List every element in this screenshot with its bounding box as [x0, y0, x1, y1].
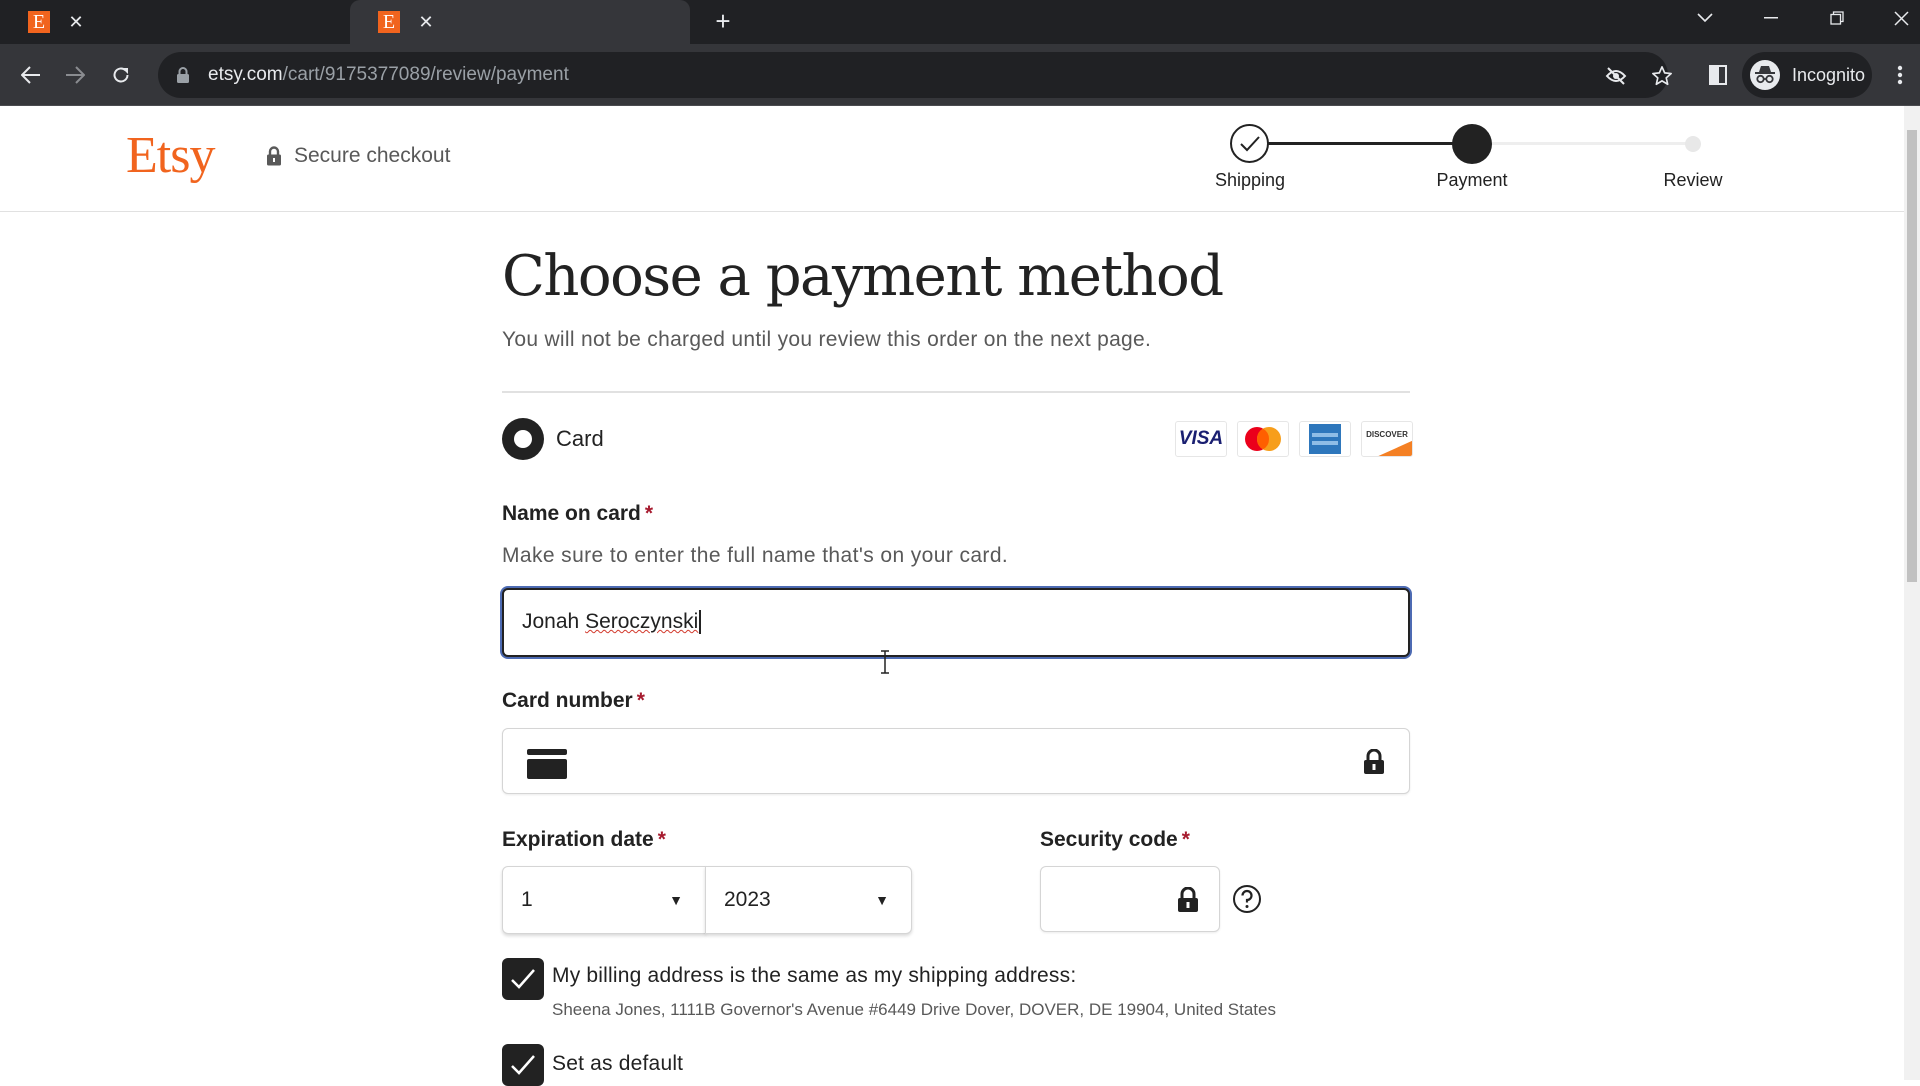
card-brand-logos: VISA DISCOVER: [1175, 421, 1413, 457]
reload-button[interactable]: [104, 58, 138, 92]
security-code-input[interactable]: [1040, 866, 1220, 932]
american-express-icon: [1299, 421, 1351, 457]
checkout-header: Etsy Secure checkout Shipping Payment Re…: [0, 106, 1904, 212]
caret-down-icon: ▼: [669, 892, 683, 908]
address-bar[interactable]: etsy.com/cart/9175377089/review/payment: [158, 52, 1672, 98]
etsy-logo[interactable]: Etsy: [126, 126, 215, 185]
scrollbar-thumb[interactable]: [1907, 130, 1917, 582]
progress-line-upcoming: [1490, 142, 1686, 145]
eye-slash-icon[interactable]: [1604, 64, 1628, 88]
lock-icon: [267, 146, 281, 166]
url-text: etsy.com/cart/9175377089/review/payment: [208, 64, 569, 86]
back-button[interactable]: [14, 58, 48, 92]
reload-icon: [113, 67, 129, 83]
restore-icon[interactable]: [1812, 0, 1862, 36]
forward-button[interactable]: [58, 58, 92, 92]
checkmark-icon: [511, 1055, 535, 1075]
step-label-review: Review: [1663, 170, 1723, 190]
lock-icon: [1364, 749, 1384, 774]
expiration-date-label: Expiration date *: [502, 828, 666, 851]
required-asterisk: *: [644, 502, 654, 525]
url-domain: etsy.com: [208, 64, 283, 85]
browser-toolbar: etsy.com/cart/9175377089/review/payment …: [0, 44, 1920, 106]
divider: [502, 391, 1410, 393]
incognito-icon: [1750, 60, 1780, 90]
page-scrollbar[interactable]: [1904, 106, 1920, 1080]
page-title: Choose a payment method: [502, 244, 1224, 309]
card-number-label: Card number *: [502, 689, 645, 712]
visa-icon: VISA: [1175, 421, 1227, 457]
checkmark-icon: [1239, 135, 1260, 151]
tab-search-chevron-icon[interactable]: [1680, 0, 1730, 36]
incognito-profile-button[interactable]: Incognito: [1742, 52, 1872, 98]
card-radio-label: Card: [556, 426, 604, 451]
profile-label: Incognito: [1792, 64, 1866, 85]
text-cursor-icon: [881, 650, 889, 674]
new-tab-button[interactable]: +: [708, 6, 738, 36]
shipping-address-text: Sheena Jones, 1111B Governor's Avenue #6…: [552, 1000, 1276, 1019]
lock-icon: [1178, 887, 1198, 912]
required-asterisk: *: [636, 689, 645, 712]
checkout-page: Etsy Secure checkout Shipping Payment Re…: [0, 106, 1904, 1086]
tab-mouse-pad[interactable]: E Mouse pad - Etsy ✕: [0, 0, 468, 203]
caret-down-icon: ▼: [875, 892, 889, 908]
expiration-year-value: 2023: [724, 888, 771, 911]
security-code-label: Security code *: [1040, 828, 1190, 851]
page-subtitle: You will not be charged until you review…: [502, 328, 1152, 351]
lock-icon: [177, 67, 189, 83]
card-number-input[interactable]: [502, 728, 1410, 794]
name-on-card-input[interactable]: Jonah Seroczynski: [502, 588, 1410, 657]
set-default-label[interactable]: Set as default: [552, 1052, 683, 1076]
card-radio[interactable]: [502, 418, 544, 460]
bookmark-star-icon[interactable]: [1650, 64, 1674, 88]
required-asterisk: *: [657, 828, 666, 851]
side-panel-icon[interactable]: [1706, 63, 1730, 87]
step-label-payment: Payment: [1436, 170, 1508, 190]
step-review-upcoming: [1685, 136, 1701, 152]
step-shipping-complete: [1230, 124, 1269, 163]
name-on-card-hint: Make sure to enter the full name that's …: [502, 544, 1009, 567]
discover-icon: DISCOVER: [1361, 421, 1413, 457]
browser-tab-strip: E Mouse pad - Etsy ✕ E Etsy - Checkout -…: [0, 0, 1920, 203]
forward-arrow-icon: [66, 66, 85, 84]
spellcheck-underline: Seroczynski: [585, 610, 699, 633]
tab-checkout-payment[interactable]: E Etsy - Checkout - Payment ✕: [350, 0, 1061, 203]
checkmark-icon: [511, 969, 535, 989]
text-caret: [699, 610, 702, 635]
payment-option-card[interactable]: Card: [502, 418, 604, 460]
secure-checkout-label: Secure checkout: [294, 144, 451, 167]
billing-same-checkbox[interactable]: [502, 958, 544, 1000]
back-arrow-icon: [21, 66, 40, 84]
etsy-favicon-icon: E: [28, 11, 50, 33]
etsy-favicon-icon: E: [378, 11, 400, 33]
credit-card-icon: [527, 749, 567, 779]
name-on-card-value: Jonah Seroczynski: [522, 610, 702, 635]
name-on-card-label: Name on card *: [502, 502, 654, 525]
progress-line-complete: [1268, 142, 1456, 145]
step-label-shipping: Shipping: [1214, 170, 1286, 190]
step-payment-current: [1452, 124, 1492, 164]
window-close-icon[interactable]: [1876, 0, 1920, 36]
mastercard-icon: [1237, 421, 1289, 457]
security-code-help-icon[interactable]: [1232, 884, 1262, 914]
tab-close-icon[interactable]: ✕: [64, 12, 88, 33]
secure-checkout-badge: Secure checkout: [266, 144, 450, 168]
required-asterisk: *: [1181, 828, 1190, 851]
chrome-menu-icon[interactable]: [1892, 63, 1908, 87]
tab-close-icon[interactable]: ✕: [414, 12, 438, 33]
minimize-icon[interactable]: [1746, 0, 1796, 36]
expiration-month-value: 1: [521, 888, 533, 911]
expiration-month-select[interactable]: 1 ▼: [502, 866, 706, 934]
url-path: /cart/9175377089/review/payment: [282, 64, 569, 85]
expiration-year-select[interactable]: 2023 ▼: [705, 866, 912, 934]
billing-same-label[interactable]: My billing address is the same as my shi…: [552, 964, 1076, 988]
